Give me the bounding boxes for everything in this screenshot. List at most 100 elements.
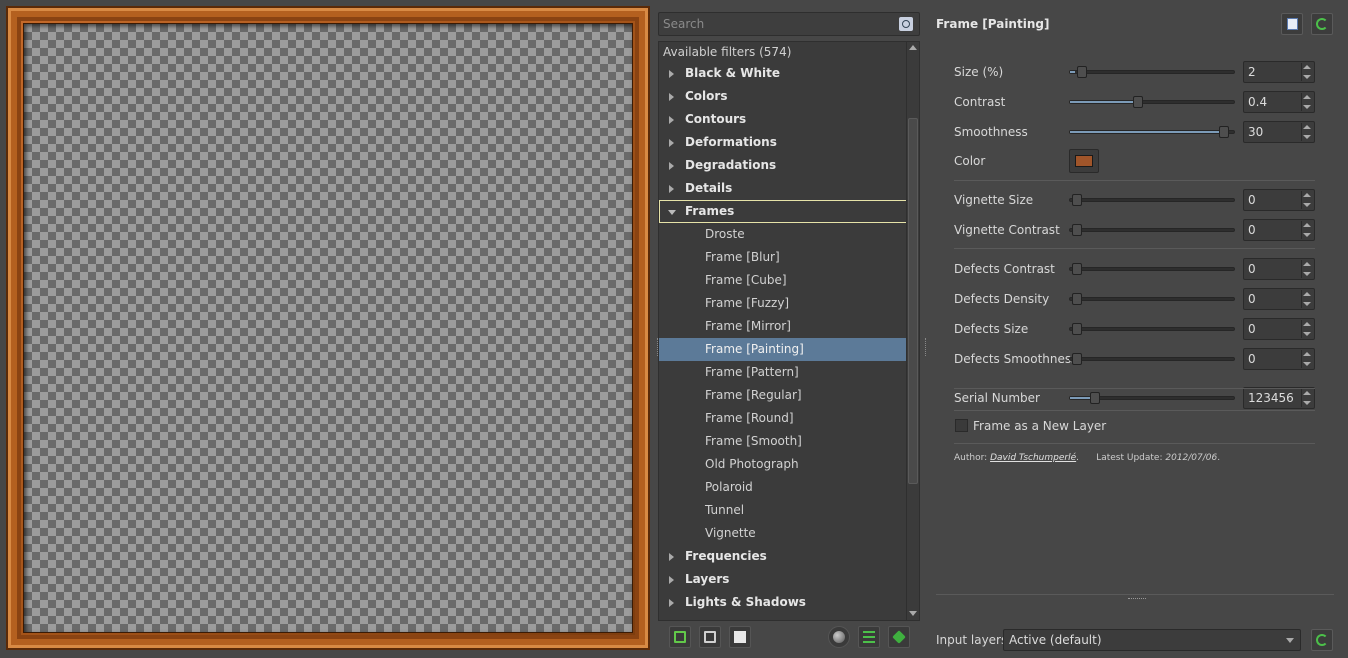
chevron-up-icon[interactable] (1303, 292, 1311, 296)
chevron-right-icon[interactable] (669, 116, 674, 124)
chevron-right-icon[interactable] (669, 599, 674, 607)
update-filters-button[interactable] (888, 626, 910, 648)
filter-item[interactable]: Polaroid (659, 476, 919, 499)
param-spinbox-contrast[interactable]: 0.4 (1243, 91, 1315, 113)
chevron-right-icon[interactable] (669, 185, 674, 193)
filter-category[interactable]: Details (659, 177, 919, 200)
filter-item[interactable]: Frame [Painting] (659, 338, 919, 361)
color-button[interactable] (1069, 149, 1099, 173)
copy-to-clipboard-button[interactable] (1281, 13, 1303, 35)
splitter-handle[interactable] (925, 338, 927, 356)
param-slider-smoothness[interactable] (1069, 126, 1235, 138)
chevron-up-icon[interactable] (1303, 95, 1311, 99)
filter-item[interactable]: Frame [Regular] (659, 384, 919, 407)
slider-handle[interactable] (1072, 353, 1082, 365)
slider-handle[interactable] (1072, 224, 1082, 236)
scroll-up-icon[interactable] (909, 45, 917, 50)
filter-item[interactable]: Frame [Cube] (659, 269, 919, 292)
filter-item[interactable]: Frame [Mirror] (659, 315, 919, 338)
chevron-right-icon[interactable] (669, 70, 674, 78)
chevron-up-icon[interactable] (1303, 65, 1311, 69)
input-layers-select[interactable]: Active (default) (1003, 629, 1301, 651)
scroll-down-icon[interactable] (909, 611, 917, 616)
chevron-down-icon[interactable] (1303, 135, 1311, 139)
chevron-right-icon[interactable] (669, 576, 674, 584)
remove-fave-button[interactable] (699, 626, 721, 648)
slider-handle[interactable] (1072, 194, 1082, 206)
filter-item[interactable]: Old Photograph (659, 453, 919, 476)
param-spinbox-vignette-contrast[interactable]: 0 (1243, 219, 1315, 241)
filter-category[interactable]: Layers (659, 568, 919, 591)
chevron-down-icon[interactable] (1303, 332, 1311, 336)
filter-category[interactable]: Lights & Shadows (659, 591, 919, 614)
param-spinbox-smoothness[interactable]: 30 (1243, 121, 1315, 143)
chevron-up-icon[interactable] (1303, 391, 1311, 395)
chevron-down-icon[interactable] (1303, 233, 1311, 237)
slider-handle[interactable] (1219, 126, 1229, 138)
chevron-down-icon[interactable] (1303, 401, 1311, 405)
param-spinbox-serial-number[interactable]: 123456 (1243, 387, 1315, 409)
chevron-up-icon[interactable] (1303, 352, 1311, 356)
chevron-down-icon[interactable] (1303, 362, 1311, 366)
author-link[interactable]: David Tschumperlé (990, 453, 1076, 463)
param-slider-defects-size[interactable] (1069, 323, 1235, 335)
chevron-up-icon[interactable] (1303, 125, 1311, 129)
filter-item[interactable]: Frame [Fuzzy] (659, 292, 919, 315)
param-slider-contrast[interactable] (1069, 96, 1235, 108)
filter-item[interactable]: Frame [Blur] (659, 246, 919, 269)
chevron-down-icon[interactable] (1303, 302, 1311, 306)
slider-handle[interactable] (1072, 293, 1082, 305)
filter-item[interactable]: Droste (659, 223, 919, 246)
chevron-down-icon[interactable] (668, 210, 676, 215)
slider-handle[interactable] (1072, 323, 1082, 335)
rename-fave-button[interactable] (729, 626, 751, 648)
param-spinbox-defects-size[interactable]: 0 (1243, 318, 1315, 340)
filter-item[interactable]: Vignette (659, 522, 919, 545)
filter-category[interactable]: Black & White (659, 62, 919, 85)
filter-item[interactable]: Frame [Round] (659, 407, 919, 430)
param-spinbox-vignette-size[interactable]: 0 (1243, 189, 1315, 211)
filter-category[interactable]: Frames (659, 200, 919, 223)
param-slider-defects-contrast[interactable] (1069, 263, 1235, 275)
search-input[interactable] (663, 16, 893, 32)
param-slider-serial-number[interactable] (1069, 392, 1235, 404)
chevron-down-icon[interactable] (1303, 105, 1311, 109)
add-fave-button[interactable] (669, 626, 691, 648)
chevron-right-icon[interactable] (669, 162, 674, 170)
param-spinbox-size[interactable]: 2 (1243, 61, 1315, 83)
param-slider-vignette-size[interactable] (1069, 194, 1235, 206)
param-slider-size[interactable] (1069, 66, 1235, 78)
param-slider-defects-smoothness[interactable] (1069, 353, 1235, 365)
search-icon[interactable] (899, 17, 913, 31)
chevron-up-icon[interactable] (1303, 262, 1311, 266)
slider-handle[interactable] (1133, 96, 1143, 108)
chevron-right-icon[interactable] (669, 93, 674, 101)
scroll-thumb[interactable] (908, 118, 918, 484)
tree-scrollbar[interactable] (906, 42, 919, 620)
chevron-right-icon[interactable] (669, 553, 674, 561)
param-spinbox-defects-contrast[interactable]: 0 (1243, 258, 1315, 280)
filter-item[interactable]: Frame [Smooth] (659, 430, 919, 453)
expand-list-button[interactable] (858, 626, 880, 648)
chevron-down-icon[interactable] (1303, 203, 1311, 207)
new-layer-checkbox[interactable] (955, 419, 968, 432)
refresh-layers-button[interactable] (1311, 629, 1333, 651)
filter-category[interactable]: Degradations (659, 154, 919, 177)
chevron-right-icon[interactable] (669, 139, 674, 147)
slider-handle[interactable] (1072, 263, 1082, 275)
filter-item[interactable]: Frame [Pattern] (659, 361, 919, 384)
chevron-down-icon[interactable] (1303, 272, 1311, 276)
chevron-up-icon[interactable] (1303, 223, 1311, 227)
filter-item[interactable]: Tunnel (659, 499, 919, 522)
slider-handle[interactable] (1077, 66, 1087, 78)
param-spinbox-defects-smoothness[interactable]: 0 (1243, 348, 1315, 370)
filter-category[interactable]: Contours (659, 108, 919, 131)
filter-category[interactable]: Frequencies (659, 545, 919, 568)
chevron-up-icon[interactable] (1303, 193, 1311, 197)
param-spinbox-defects-density[interactable]: 0 (1243, 288, 1315, 310)
slider-handle[interactable] (1090, 392, 1100, 404)
filter-category[interactable]: Colors (659, 85, 919, 108)
preview-canvas[interactable] (24, 24, 632, 632)
reset-parameters-button[interactable] (1311, 13, 1333, 35)
param-slider-defects-density[interactable] (1069, 293, 1235, 305)
